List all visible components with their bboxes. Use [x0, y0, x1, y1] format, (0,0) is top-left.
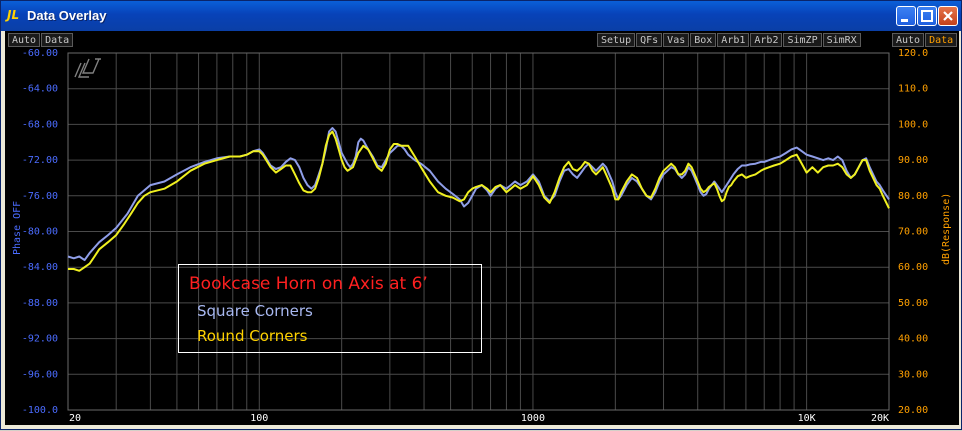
legend-entry-round-corners: Round Corners [197, 327, 308, 345]
right-axis-tick-label: 120.0 [898, 48, 928, 59]
tools-toolbar: Setup QFs Vas Box Arb1 Arb2 SimZP SimRX [597, 33, 862, 47]
chart-grid [67, 52, 890, 411]
left-data-button[interactable]: Data [41, 33, 74, 47]
right-axis-ticks: 120.0 110.0 100.0 90.00 80.00 70.00 60.00 50.00… [898, 48, 928, 416]
right-axis-label: dB(Response) [941, 193, 952, 265]
left-axis-toolbar: Auto Data [8, 33, 74, 47]
left-axis-tick-label: -64.00 [22, 84, 58, 95]
left-axis-label: Phase OFF [12, 201, 23, 255]
qfs-button[interactable]: QFs [636, 33, 663, 47]
left-axis-tick-label: -80.00 [22, 227, 58, 238]
left-axis-tick-label: -68.00 [22, 119, 58, 130]
right-axis-tick-label: 40.00 [898, 334, 928, 345]
legend-entry-square-corners: Square Corners [197, 302, 313, 320]
x-axis-tick-label: 20 [69, 413, 81, 424]
left-axis-tick-label: -84.00 [22, 262, 58, 273]
left-auto-button[interactable]: Auto [8, 33, 41, 47]
left-axis-tick-label: -88.00 [22, 298, 58, 309]
jl-watermark-icon [74, 58, 101, 78]
left-axis-tick-label: -96.00 [22, 369, 58, 380]
x-axis-ticks: 20 100 1000 10K 20K [69, 413, 889, 424]
series-line-round-corners [68, 130, 890, 272]
right-axis-tick-label: 50.00 [898, 298, 928, 309]
right-axis-tick-label: 60.00 [898, 262, 928, 273]
left-axis-tick-label: -92.00 [22, 334, 58, 345]
right-auto-button[interactable]: Auto [892, 33, 925, 47]
setup-button[interactable]: Setup [597, 33, 636, 47]
right-axis-toolbar: Auto Data [892, 33, 958, 47]
left-axis-tick-label: -60.00 [22, 48, 58, 59]
left-axis-ticks: -60.00 -64.00 -68.00 -72.00 -76.00 -80.00 -84.… [22, 48, 58, 416]
left-axis-tick-label: -72.00 [22, 155, 58, 166]
app-window: JL Data Overlay -60.00 -64.00 -68.00 -72.00… [0, 0, 962, 430]
simzp-button[interactable]: SimZP [783, 33, 822, 47]
x-axis-tick-label: 1000 [521, 413, 545, 424]
arb2-button[interactable]: Arb2 [750, 33, 783, 47]
legend-title: Bookcase Horn on Axis at 6’ [189, 274, 428, 294]
right-axis-tick-label: 80.00 [898, 191, 928, 202]
box-button[interactable]: Box [690, 33, 717, 47]
right-data-button[interactable]: Data [925, 33, 958, 47]
left-axis-tick-label: -100.0 [22, 405, 58, 416]
right-axis-tick-label: 20.00 [898, 405, 928, 416]
vas-button[interactable]: Vas [663, 33, 690, 47]
x-axis-tick-label: 20K [871, 413, 889, 424]
x-axis-tick-label: 10K [798, 413, 816, 424]
right-axis-tick-label: 110.0 [898, 84, 928, 95]
series-line-square-corners [67, 127, 890, 262]
right-axis-tick-label: 90.00 [898, 155, 928, 166]
right-axis-tick-label: 70.00 [898, 227, 928, 238]
series-lines [67, 127, 890, 272]
x-axis-tick-label: 100 [250, 413, 268, 424]
right-axis-tick-label: 30.00 [898, 369, 928, 380]
simrx-button[interactable]: SimRX [822, 33, 861, 47]
arb1-button[interactable]: Arb1 [717, 33, 750, 47]
right-axis-tick-label: 100.0 [898, 119, 928, 130]
frequency-response-chart: -60.00 -64.00 -68.00 -72.00 -76.00 -80.00 -84.… [12, 48, 952, 424]
left-axis-tick-label: -76.00 [22, 191, 58, 202]
